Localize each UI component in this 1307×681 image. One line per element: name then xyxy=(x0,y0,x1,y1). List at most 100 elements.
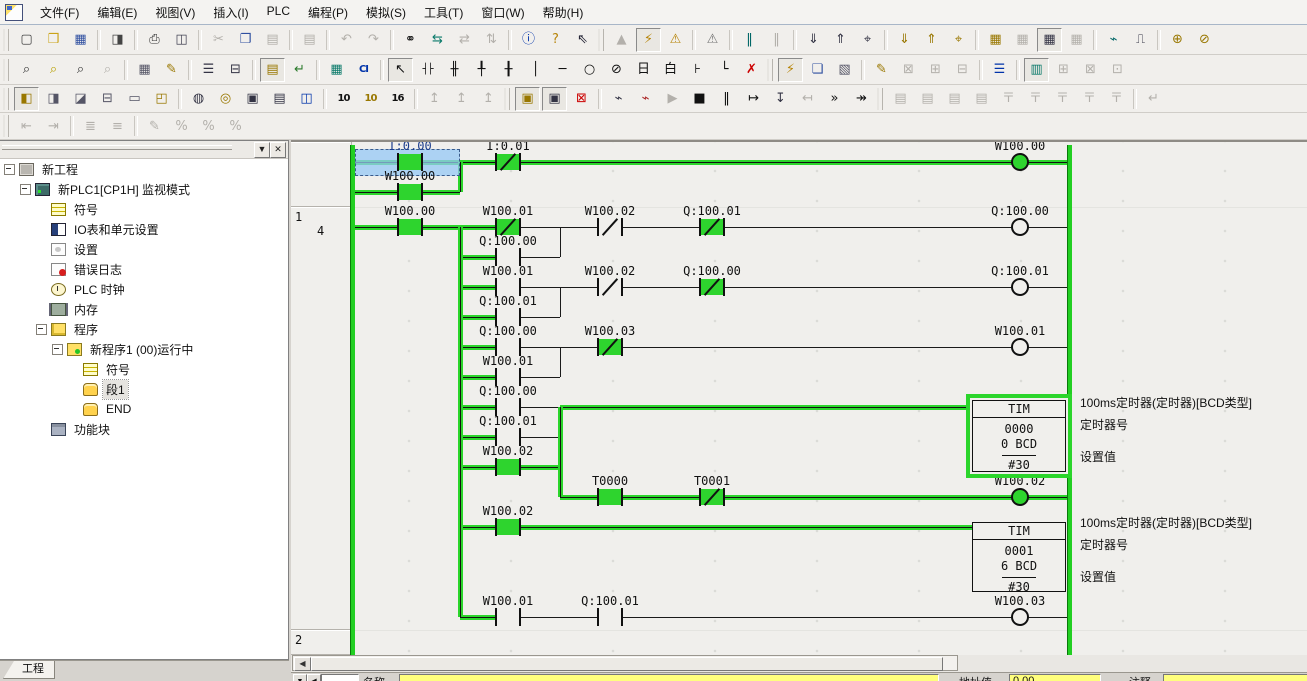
differential-monitor-button[interactable]: ⌁ xyxy=(1101,28,1126,52)
download-to-plc-button[interactable]: ⇓ xyxy=(801,28,826,52)
tree-item-IO表和单元设置[interactable]: IO表和单元设置 xyxy=(0,219,288,239)
memory-view-button[interactable]: ▦ xyxy=(983,28,1008,52)
new-button[interactable]: ▢ xyxy=(14,28,39,52)
coil-W100.01[interactable] xyxy=(1011,338,1029,356)
rung-list-button[interactable]: ☰ xyxy=(196,58,221,82)
contact-no-Q:100.01[interactable] xyxy=(495,429,521,445)
instruction-box-2-button[interactable]: 白 xyxy=(658,58,683,82)
compare-with-plc-button[interactable]: ⌖ xyxy=(855,28,880,52)
menu-item-0[interactable]: 文件(F) xyxy=(31,1,88,24)
watch-window-button[interactable]: ▥ xyxy=(1024,58,1049,82)
cross-reference-button[interactable]: ⊟ xyxy=(95,87,120,111)
tree-item-内存[interactable]: 内存 xyxy=(0,299,288,319)
toolbar-grip[interactable] xyxy=(504,88,510,110)
online-edit-button[interactable]: ⚡ xyxy=(778,58,803,82)
rung-comment-button[interactable]: ▤ xyxy=(267,87,292,111)
contact-nc-I:0.01[interactable] xyxy=(495,154,521,170)
sim-mode-1-button[interactable]: ⌁ xyxy=(606,87,631,111)
scrollbar-thumb[interactable] xyxy=(311,657,943,671)
timer-instruction-block-0001[interactable]: TIM00016 BCD#30 xyxy=(972,522,1066,592)
delete-connector-button[interactable]: ✗ xyxy=(739,58,764,82)
mnemonic-view-button[interactable]: ▦ xyxy=(324,58,349,82)
io-comment-button[interactable]: ◎ xyxy=(213,87,238,111)
save-button[interactable]: ▦ xyxy=(68,28,93,52)
rung-margin-cell[interactable]: 2 xyxy=(291,630,350,655)
contact-nc-W100.03[interactable] xyxy=(597,339,623,355)
time-chart-button[interactable]: ⎍ xyxy=(1128,28,1153,52)
workspace-close-button[interactable]: ✕ xyxy=(270,142,286,158)
scroll-left-arrow-icon[interactable]: ◀ xyxy=(294,657,311,671)
tree-item-段1[interactable]: 段1 xyxy=(0,379,288,399)
horizontal-line-button[interactable]: ─ xyxy=(550,58,575,82)
copy-button[interactable]: ❐ xyxy=(233,28,258,52)
zoom-out-button[interactable]: ⌕ xyxy=(68,58,93,82)
zoom-in-button[interactable]: ⌕ xyxy=(14,58,39,82)
menu-item-8[interactable]: 窗口(W) xyxy=(472,1,533,24)
menu-item-4[interactable]: PLC xyxy=(258,1,299,24)
toolbar-grip[interactable] xyxy=(877,88,883,110)
pause-monitor-button[interactable]: ‖ xyxy=(737,28,762,52)
comment-button[interactable]: ✎ xyxy=(159,58,184,82)
edit-rung-button[interactable]: ✎ xyxy=(869,58,894,82)
grid-button[interactable]: ▦ xyxy=(132,58,157,82)
toolbar-grip[interactable] xyxy=(3,115,9,137)
coil-W100.02[interactable] xyxy=(1011,488,1029,506)
upload-from-plc-button[interactable]: ⇑ xyxy=(828,28,853,52)
transfer-warning-button[interactable]: ⚠ xyxy=(700,28,725,52)
local-window-button[interactable]: ▭ xyxy=(122,87,147,111)
monitor-all-button[interactable]: ⚠ xyxy=(663,28,688,52)
contact-no-Q:100.00[interactable] xyxy=(495,339,521,355)
contact-no-Q:100.01[interactable] xyxy=(597,609,623,625)
contact-nc-Q:100.00[interactable] xyxy=(699,279,725,295)
tree-item-设置[interactable]: 设置 xyxy=(0,239,288,259)
project-window-button[interactable]: ◧ xyxy=(14,87,39,111)
rung-compact-button[interactable]: ⊟ xyxy=(223,58,248,82)
print-preview-button[interactable]: ◫ xyxy=(169,28,194,52)
menu-item-3[interactable]: 插入(I) xyxy=(204,1,257,24)
vertical-line-button[interactable]: │ xyxy=(523,58,548,82)
sim-pause-button[interactable]: ‖ xyxy=(714,87,739,111)
contact-no-W100.00[interactable] xyxy=(397,219,423,235)
instruction-box-button[interactable]: 日 xyxy=(631,58,656,82)
toolbar-grip[interactable] xyxy=(3,29,9,51)
partial-download-button[interactable]: ⇓ xyxy=(892,28,917,52)
coil-Q:100.00[interactable] xyxy=(1011,218,1029,236)
tree-item-新工程[interactable]: 新工程 xyxy=(0,159,288,179)
contact-nc-button[interactable]: ╫ xyxy=(442,58,467,82)
toolbar-grip[interactable] xyxy=(767,59,773,81)
radix-decimal-force-button[interactable]: 10 xyxy=(358,87,383,111)
symbol-table-button[interactable]: ◍ xyxy=(186,87,211,111)
tree-item-新程序1 (00)运行中[interactable]: 新程序1 (00)运行中 xyxy=(0,339,288,359)
help-button[interactable]: ? xyxy=(543,28,568,52)
tree-item-程序[interactable]: 程序 xyxy=(0,319,288,339)
sim-to-end-button[interactable]: ↠ xyxy=(849,87,874,111)
about-button[interactable]: ⓘ xyxy=(516,28,541,52)
radix-hex-button[interactable]: 16 xyxy=(385,87,410,111)
sim-stop-button[interactable]: ■ xyxy=(687,87,712,111)
tree-expander-icon[interactable] xyxy=(36,324,47,335)
tree-expander-icon[interactable] xyxy=(4,164,15,175)
contact-no-W100.02[interactable] xyxy=(495,519,521,535)
properties-button[interactable]: ◰ xyxy=(149,87,174,111)
partial-upload-button[interactable]: ⇑ xyxy=(919,28,944,52)
contact-no-W100.00[interactable] xyxy=(397,184,423,200)
menu-item-5[interactable]: 编程(P) xyxy=(299,1,357,24)
tree-item-功能块[interactable]: 功能块 xyxy=(0,419,288,439)
force-cancel-button[interactable]: ⊘ xyxy=(1192,28,1217,52)
block-list-button[interactable]: ☰ xyxy=(987,58,1012,82)
open-button[interactable]: ❒ xyxy=(41,28,66,52)
tree-expander-icon[interactable] xyxy=(20,184,31,195)
contact-or-nc-button[interactable]: ╂ xyxy=(496,58,521,82)
section-list-button[interactable]: ▣ xyxy=(240,87,265,111)
zoom-custom-button[interactable]: ⌕ xyxy=(41,58,66,82)
sim-fast-button[interactable]: » xyxy=(822,87,847,111)
ci-view-button[interactable]: CI xyxy=(351,58,376,82)
contact-no-button[interactable]: ┤├ xyxy=(415,58,440,82)
contact-no-W100.01[interactable] xyxy=(495,279,521,295)
contact-no-W100.01[interactable] xyxy=(495,369,521,385)
context-help-button[interactable]: ⇖ xyxy=(570,28,595,52)
contact-no-Q:100.01[interactable] xyxy=(495,309,521,325)
find-report-button[interactable]: ◨ xyxy=(105,28,130,52)
coil-button[interactable]: ○ xyxy=(577,58,602,82)
menu-item-2[interactable]: 视图(V) xyxy=(146,1,204,24)
